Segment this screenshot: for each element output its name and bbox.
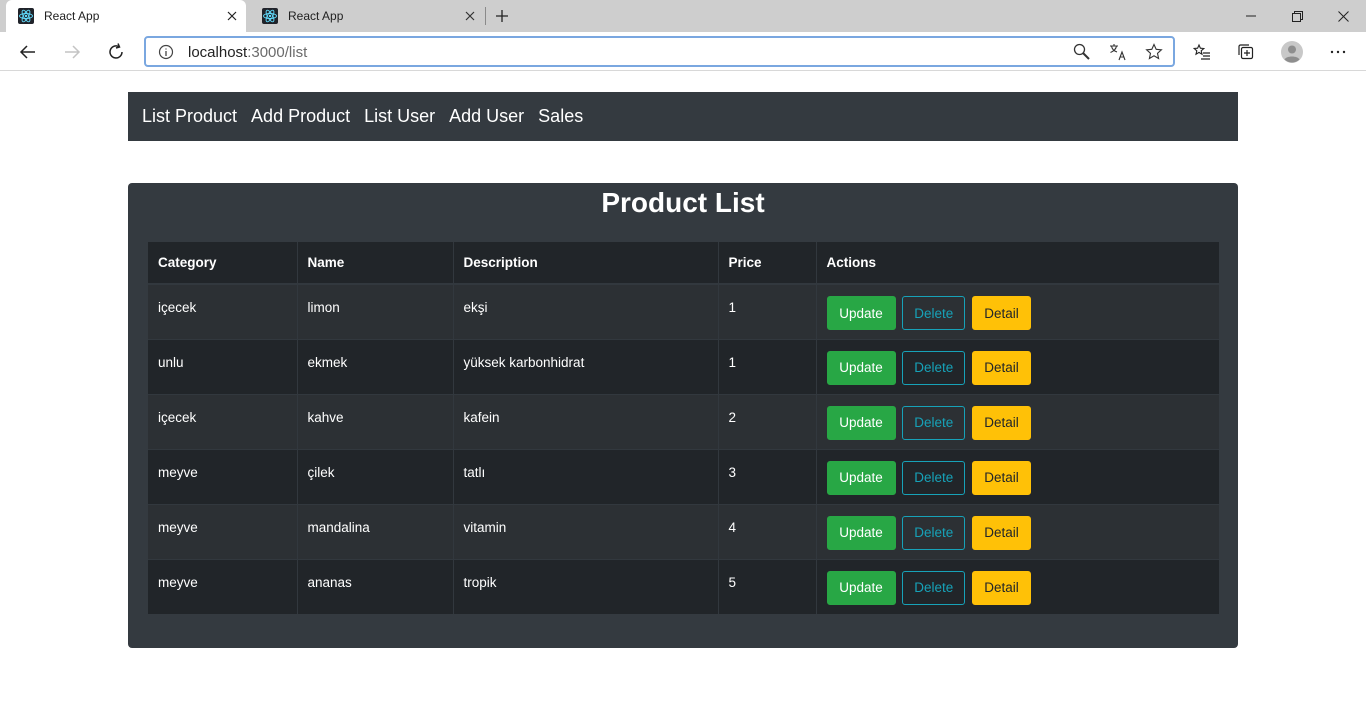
cell-category: meyve	[158, 574, 198, 590]
detail-button[interactable]: Detail	[972, 570, 1032, 605]
cell-description: kafein	[452, 394, 718, 449]
reload-icon[interactable]	[102, 38, 130, 66]
magnifier-icon[interactable]	[1073, 43, 1091, 61]
info-icon[interactable]	[158, 44, 174, 60]
update-button[interactable]: Update	[826, 405, 896, 440]
cell-description: yüksek karbonhidrat	[452, 339, 718, 394]
cell-price: 4	[717, 504, 816, 559]
cell-name: çilek	[296, 449, 453, 504]
cell-description: tropik	[452, 559, 718, 614]
cell-name: kahve	[296, 394, 453, 449]
cell-actions: Update Delete Detail	[815, 449, 1219, 504]
tab-separator	[485, 7, 486, 25]
arrow-right-icon[interactable]	[58, 38, 86, 66]
star-icon[interactable]	[1145, 43, 1163, 61]
browser-tab-1[interactable]: React App	[6, 0, 246, 32]
browser-tab-title: React App	[44, 9, 100, 23]
cell-category: içecek	[158, 300, 197, 315]
browser-tab-2[interactable]: React App	[250, 0, 484, 32]
url-text[interactable]: localhost:3000/list	[188, 44, 307, 61]
url-path: :3000/list	[247, 44, 308, 61]
update-button[interactable]: Update	[826, 350, 896, 385]
cell-description: ekşi	[452, 284, 718, 339]
update-button[interactable]: Update	[826, 515, 896, 550]
detail-button[interactable]: Detail	[972, 515, 1032, 550]
detail-button[interactable]: Detail	[972, 350, 1032, 385]
nav-list-product[interactable]: List Product	[142, 106, 237, 127]
restore-icon[interactable]	[1274, 0, 1320, 32]
update-button[interactable]: Update	[826, 570, 896, 605]
cell-actions: Update Delete Detail	[815, 504, 1219, 559]
cell-price: 2	[717, 394, 816, 449]
nav-sales[interactable]: Sales	[538, 106, 583, 127]
cell-actions: Update Delete Detail	[815, 284, 1219, 339]
column-header-actions: Actions	[815, 242, 1219, 285]
product-list-panel: Product List Category Name Description P…	[128, 183, 1238, 648]
browser-toolbar: localhost:3000/list	[0, 32, 1366, 71]
column-header-description: Description	[452, 242, 718, 285]
column-header-name: Name	[296, 242, 453, 285]
cell-price: 5	[717, 559, 816, 614]
address-bar[interactable]: localhost:3000/list	[144, 36, 1175, 67]
minimize-icon[interactable]	[1228, 0, 1274, 32]
app-navbar: List Product Add Product List User Add U…	[128, 92, 1238, 141]
table-header-row: Category Name Description Price Actions	[148, 242, 1219, 285]
cell-price: 1	[717, 339, 816, 394]
close-icon[interactable]	[460, 6, 480, 26]
delete-button[interactable]: Delete	[902, 405, 966, 440]
column-header-price: Price	[717, 242, 816, 285]
react-logo-icon	[262, 8, 278, 24]
detail-button[interactable]: Detail	[972, 460, 1032, 495]
table-row: meyve ananas tropik 5 Update Delete Deta…	[148, 559, 1219, 614]
column-header-category: Category	[148, 242, 297, 285]
cell-price: 1	[717, 284, 816, 339]
cell-category: unlu	[158, 354, 184, 370]
cell-actions: Update Delete Detail	[815, 559, 1219, 614]
delete-button[interactable]: Delete	[902, 460, 966, 495]
table-row: meyve çilek tatlı 3 Update Delete Detail	[148, 449, 1219, 504]
favorites-icon[interactable]	[1188, 38, 1216, 66]
avatar-icon[interactable]	[1278, 38, 1306, 66]
cell-actions: Update Delete Detail	[815, 339, 1219, 394]
update-button[interactable]: Update	[826, 460, 896, 495]
cell-actions: Update Delete Detail	[815, 394, 1219, 449]
arrow-left-icon[interactable]	[14, 38, 42, 66]
nav-list-user[interactable]: List User	[364, 106, 435, 127]
cell-category: meyve	[158, 519, 198, 535]
close-icon[interactable]	[222, 6, 242, 26]
delete-button[interactable]: Delete	[902, 296, 966, 330]
window-close-icon[interactable]	[1320, 0, 1366, 32]
collections-icon[interactable]	[1232, 38, 1260, 66]
cell-price: 3	[717, 449, 816, 504]
cell-name: mandalina	[296, 504, 453, 559]
delete-button[interactable]: Delete	[902, 350, 966, 385]
delete-button[interactable]: Delete	[902, 570, 966, 605]
cell-description: vitamin	[452, 504, 718, 559]
tab-strip: React App React App	[0, 0, 1366, 32]
cell-name: ananas	[296, 559, 453, 614]
cell-name: ekmek	[296, 339, 453, 394]
table-row: unlu ekmek yüksek karbonhidrat 1 Update …	[148, 339, 1219, 394]
detail-button[interactable]: Detail	[972, 296, 1032, 330]
cell-description: tatlı	[452, 449, 718, 504]
page-title: Product List	[601, 187, 765, 218]
nav-add-product[interactable]: Add Product	[251, 106, 350, 127]
browser-tab-title: React App	[288, 9, 344, 23]
table-row: içecek limon ekşi 1 Update Delete Detail	[148, 284, 1219, 339]
table-row: içecek kahve kafein 2 Update Delete Deta…	[148, 394, 1219, 449]
update-button[interactable]: Update	[826, 296, 896, 330]
more-icon[interactable]	[1324, 38, 1352, 66]
react-logo-icon	[18, 8, 34, 24]
cell-category: içecek	[158, 409, 197, 425]
plus-icon[interactable]	[492, 6, 512, 26]
url-host: localhost	[188, 44, 248, 61]
table-row: meyve mandalina vitamin 4 Update Delete …	[148, 504, 1219, 559]
delete-button[interactable]: Delete	[902, 515, 966, 550]
nav-add-user[interactable]: Add User	[449, 106, 524, 127]
detail-button[interactable]: Detail	[972, 405, 1032, 440]
cell-category: meyve	[158, 464, 198, 480]
cell-name: limon	[296, 284, 453, 339]
translate-icon[interactable]	[1109, 43, 1127, 61]
product-table: Category Name Description Price Actions …	[148, 242, 1219, 614]
